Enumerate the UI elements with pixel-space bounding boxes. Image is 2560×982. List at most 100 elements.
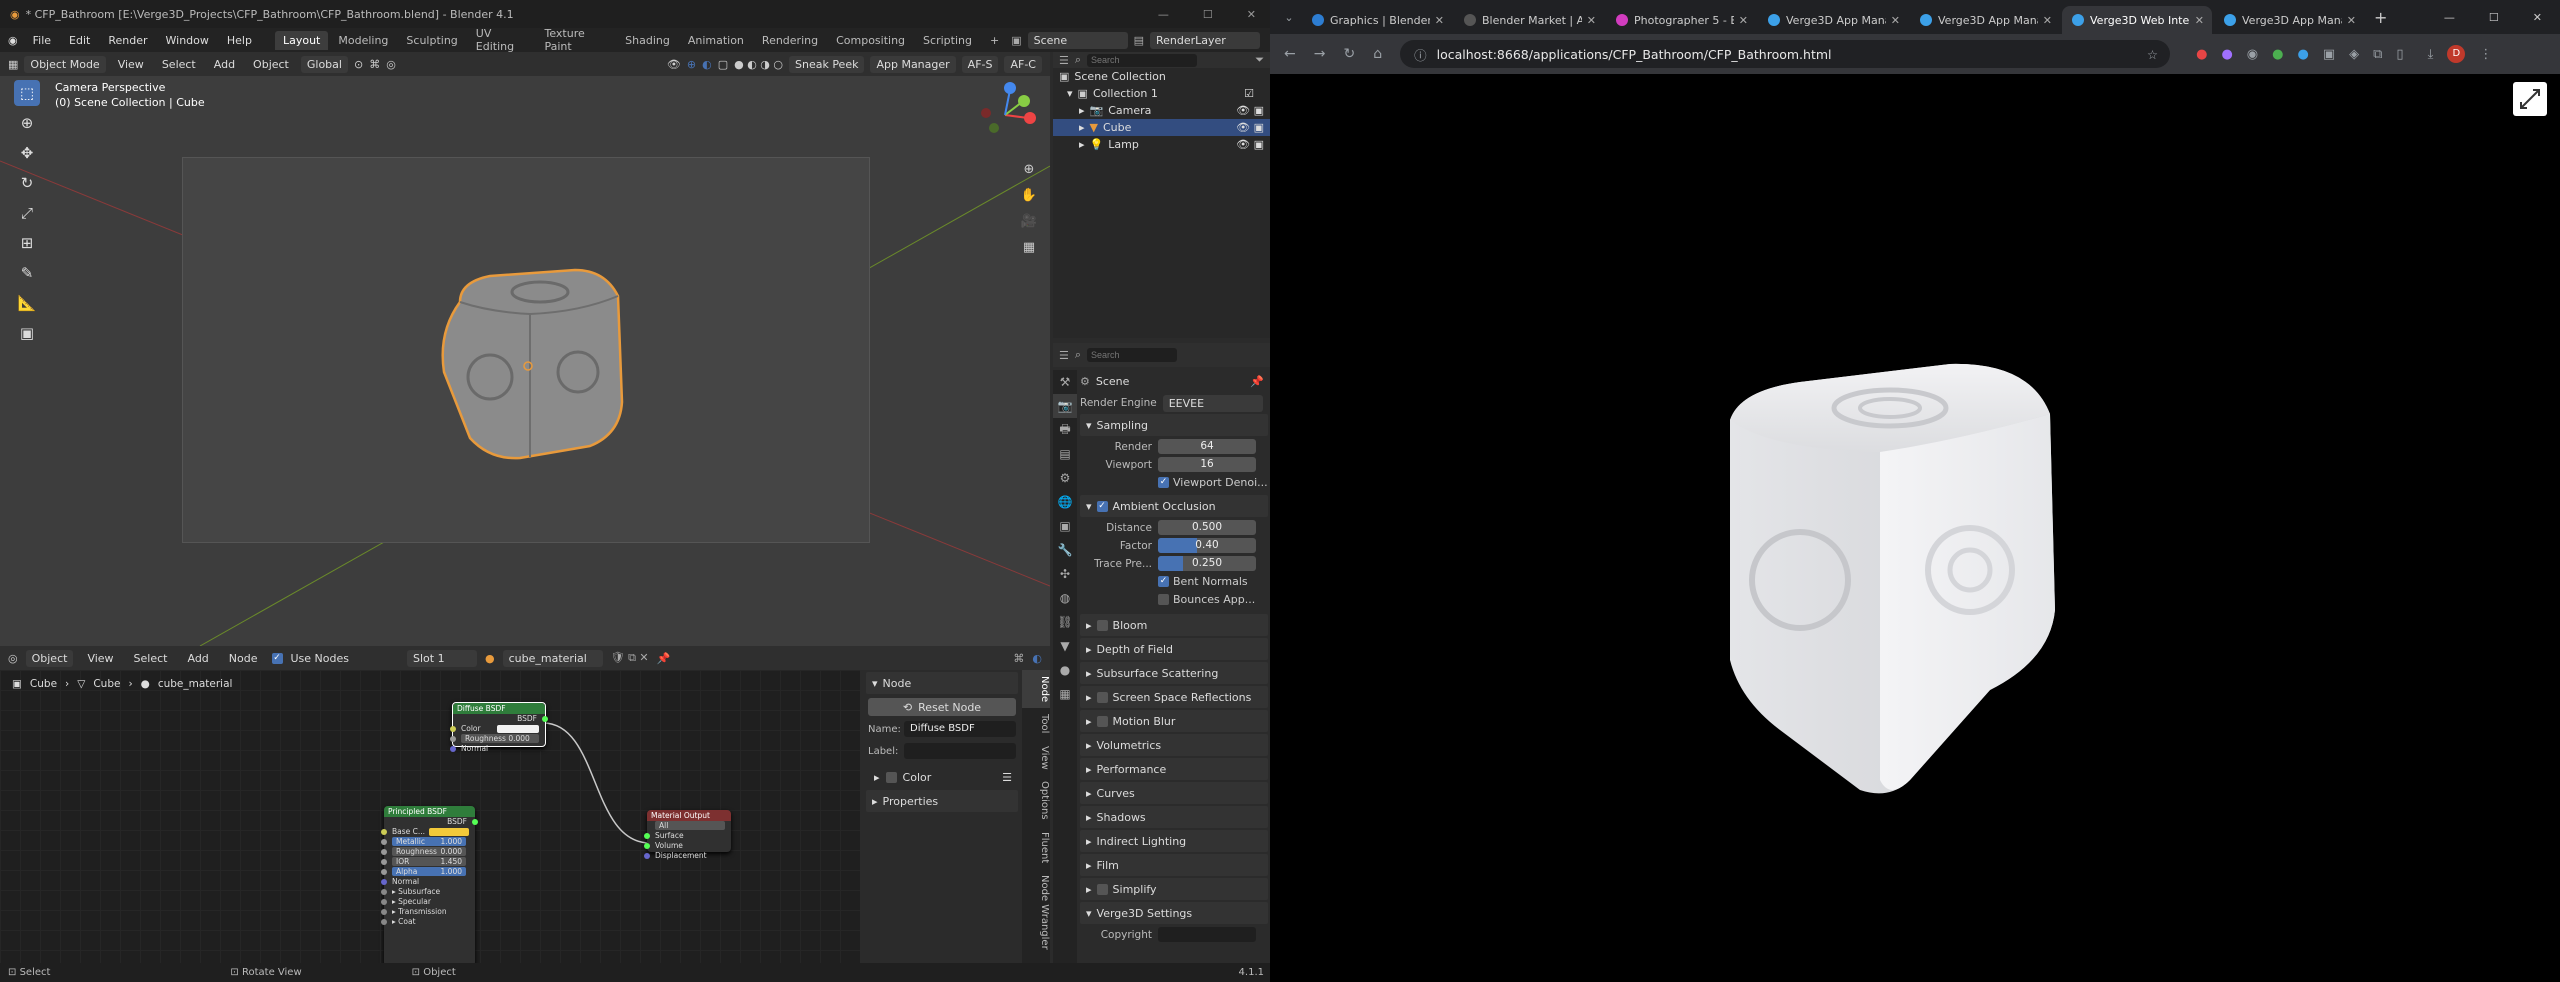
select-tool-icon[interactable]: ⬚ [14,80,40,106]
field-value[interactable]: 16 [1158,457,1256,472]
output-tab-icon[interactable]: 🖶 [1053,418,1077,442]
outliner-scene-collection[interactable]: ▣ Scene Collection [1053,68,1270,85]
close-icon[interactable]: ✕ [1247,8,1256,21]
socket-icon[interactable] [472,819,478,825]
expand-icon[interactable]: ▸ [1079,121,1085,134]
snap-icon[interactable]: ⌘ [369,58,380,71]
pin-icon[interactable]: 📌 [1250,375,1268,388]
expand-icon[interactable]: ▸ [1079,138,1085,151]
outliner-item-camera[interactable]: ▸ 📷 Camera 👁 ▣ [1053,102,1270,119]
panel-film[interactable]: ▸ Film [1080,854,1268,876]
ortho-toggle-icon[interactable]: ▦ [1018,236,1040,258]
material-output-node[interactable]: Material Output All Surface Volume Displ… [644,810,731,860]
node-field[interactable]: Metallic 1.000 [392,837,466,846]
constraints-tab-icon[interactable]: ⛓ [1053,610,1077,634]
checkbox-icon[interactable]: ✓ [1096,500,1108,512]
profile-avatar[interactable]: D [2447,45,2466,63]
node-field[interactable]: Alpha 1.000 [392,867,466,876]
extensions-puzzle-icon[interactable]: ⧉ [2373,47,2382,62]
fake-user-icon[interactable]: 🛡 ⧉ ✕ [611,651,649,665]
tab-animation[interactable]: Animation [680,31,752,50]
node-label-input[interactable] [904,743,1016,759]
menu-window[interactable]: Window [159,32,216,49]
socket-icon[interactable] [381,889,387,895]
panel-performance[interactable]: ▸ Performance [1080,758,1268,780]
cursor-tool-icon[interactable]: ⊕ [14,110,40,136]
forward-icon[interactable]: → [1314,46,1326,62]
ao-trace-field[interactable]: Trace Pre... 0.250 [1080,555,1268,572]
panel-verge3d-settings[interactable]: ▾ Verge3D Settings [1080,902,1268,924]
minimize-icon[interactable]: — [2444,11,2455,24]
render-samples-field[interactable]: Render 64 [1080,438,1268,455]
texture-tab-icon[interactable]: ▦ [1053,682,1077,706]
socket-icon[interactable] [381,849,387,855]
rotate-tool-icon[interactable]: ↻ [14,170,40,196]
minimize-icon[interactable]: — [1158,8,1169,21]
transform-tool-icon[interactable]: ⊞ [14,230,40,256]
menu-add[interactable]: Add [208,56,241,73]
node-name-input[interactable]: Diffuse BSDF [904,721,1016,737]
socket-icon[interactable] [381,899,387,905]
roughness-field[interactable]: Roughness 0.000 [461,734,539,743]
site-info-icon[interactable]: ⓘ [1414,45,1427,64]
modifier-tab-icon[interactable]: 🔧 [1053,538,1077,562]
socket-icon[interactable] [381,869,387,875]
overlay-toggle-icon[interactable]: ◐ [702,58,712,71]
tab-close-icon[interactable]: ✕ [2043,14,2052,27]
viewport-samples-field[interactable]: Viewport 16 [1080,456,1268,473]
socket-icon[interactable] [450,746,456,752]
visibility-icon[interactable]: 👁 ▣ [1236,121,1270,134]
material-tab-icon[interactable]: ● [1053,658,1077,682]
field-value[interactable]: 0.40 [1158,538,1256,553]
expand-icon[interactable]: ▸ [1079,104,1085,117]
socket-icon[interactable] [644,853,650,859]
outliner-editor-icon[interactable]: ☰ [1059,54,1069,67]
checkbox-icon[interactable]: ✓ [1158,576,1169,587]
checkbox-icon[interactable] [1096,715,1108,727]
menu-render[interactable]: Render [101,32,154,49]
panel-shadows[interactable]: ▸ Shadows [1080,806,1268,828]
pan-icon[interactable]: ✋ [1018,184,1040,206]
node-menu-node[interactable]: Node [223,650,264,667]
maximize-icon[interactable]: ☐ [2489,11,2499,24]
checkbox-icon[interactable] [885,771,897,783]
cube-object[interactable] [430,262,630,462]
bounces-checkbox[interactable]: Bounces App... [1080,591,1268,608]
omnibox[interactable]: ⓘ localhost:8668/applications/CFP_Bathro… [1400,40,2171,68]
data-tab-icon[interactable]: ▼ [1053,634,1077,658]
menu-edit[interactable]: Edit [62,32,97,49]
fullscreen-button[interactable] [2513,82,2547,116]
panel-motion-blur[interactable]: ▸ Motion Blur [1080,710,1268,732]
properties-panel[interactable]: ▸ Properties [866,790,1018,812]
visibility-icon[interactable]: 👁 ▣ [1236,138,1270,151]
socket-icon[interactable] [450,736,456,742]
physics-tab-icon[interactable]: ◍ [1053,586,1077,610]
node-menu-view[interactable]: View [81,650,119,667]
camera-extension-icon[interactable]: ◉ [2247,47,2258,62]
outliner-item-cube[interactable]: ▸ ▼ Cube 👁 ▣ [1053,119,1270,136]
sidebar-tab-options[interactable]: Options [1022,775,1050,826]
particles-tab-icon[interactable]: ✣ [1053,562,1077,586]
tab-shading[interactable]: Shading [617,31,678,50]
blender-menu-icon[interactable]: ◉ [8,34,18,47]
field-value[interactable]: 64 [1158,439,1256,454]
world-tab-icon[interactable]: 🌐 [1053,490,1077,514]
sidebar-tab-tool[interactable]: Tool [1022,708,1050,739]
bent-normals-checkbox[interactable]: ✓ Bent Normals [1080,573,1268,590]
menu-view[interactable]: View [112,56,150,73]
menu-object[interactable]: Object [247,56,295,73]
verge3d-app-view[interactable] [1270,74,2560,982]
extension-icon[interactable]: ◈ [2349,47,2359,62]
home-icon[interactable]: ⌂ [1373,46,1382,62]
ao-factor-field[interactable]: Factor 0.40 [1080,537,1268,554]
bookmark-star-icon[interactable]: ☆ [2147,47,2170,62]
xray-icon[interactable]: ▢ [718,58,728,71]
field-value[interactable]: 0.500 [1158,520,1256,535]
menu-file[interactable]: File [26,32,58,49]
socket-icon[interactable] [644,843,650,849]
field-value[interactable]: 0.250 [1158,556,1256,571]
panel-bloom[interactable]: ▸ Bloom [1080,614,1268,636]
tab-search-icon[interactable]: ⌄ [1278,11,1300,24]
diffuse-bsdf-node[interactable]: Diffuse BSDF BSDF Color Roughness 0.000 … [450,702,548,753]
af-s-button[interactable]: AF-S [961,55,999,73]
